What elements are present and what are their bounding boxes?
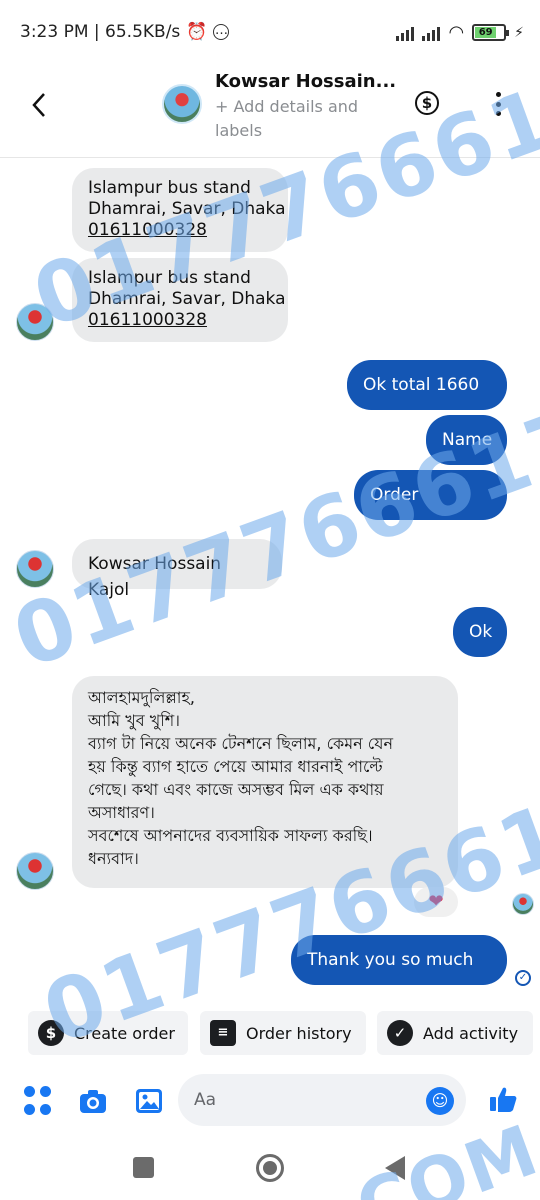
chat-header: Kowsar Hossain... + Add details and labe… <box>0 64 540 158</box>
signal-icon-2 <box>422 25 441 41</box>
home-button[interactable] <box>256 1154 284 1182</box>
add-activity-button[interactable]: ✓ Add activity <box>377 1011 533 1055</box>
back-arrow-icon[interactable] <box>28 90 52 120</box>
thumbs-up-icon[interactable] <box>488 1084 518 1114</box>
message-line: Islampur bus stand <box>88 178 251 198</box>
order-history-button[interactable]: ≡ Order history <box>200 1011 366 1055</box>
message-bubble-incoming[interactable]: আলহামদুলিল্লাহ, আমি খুব খুশি। ব্যাগ টা ন… <box>72 676 458 888</box>
phone-link[interactable]: 01611000328 <box>88 220 272 241</box>
message-bubble-outgoing[interactable]: Thank you so much sir <box>291 935 507 1020</box>
wifi-icon: ◠ <box>448 22 465 43</box>
message-line: Dhamrai, Savar, Dhaka <box>88 199 286 219</box>
back-button[interactable] <box>385 1156 405 1180</box>
phone-link[interactable]: 01611000328 <box>88 310 272 331</box>
read-receipt-avatar <box>512 893 534 915</box>
order-history-label: Order history <box>246 1023 352 1043</box>
apps-grid-icon[interactable] <box>24 1086 54 1116</box>
message-composer: Aa ☺ <box>0 1070 540 1132</box>
more-options-icon[interactable] <box>494 92 502 116</box>
message-line: সবশেষে আপনাদের ব্যবসায়িক সাফল্য করছি। <box>88 826 373 845</box>
create-order-label: Create order <box>74 1023 175 1043</box>
dollar-icon[interactable]: $ <box>415 91 439 115</box>
message-bubble-outgoing[interactable]: Name <box>426 415 507 465</box>
system-nav-bar <box>0 1140 540 1200</box>
charging-icon: ⚡ <box>514 24 524 41</box>
status-time: 3:23 PM | 65.5KB/s <box>20 22 181 42</box>
add-details-link[interactable]: + Add details and labels <box>215 95 365 143</box>
avatar[interactable] <box>162 84 202 124</box>
message-bubble-incoming[interactable]: Kowsar Hossain Kajol <box>72 539 282 600</box>
recents-button[interactable] <box>133 1157 154 1178</box>
message-bubble-incoming[interactable]: Islampur bus stand Dhamrai, Savar, Dhaka… <box>72 168 288 252</box>
contact-name[interactable]: Kowsar Hossain... <box>215 71 396 92</box>
avatar[interactable] <box>16 550 54 588</box>
message-input[interactable]: Aa <box>178 1074 466 1126</box>
message-line: গেছে। কথা এবং কাজে অসম্ভব মিল এক কথায় <box>88 780 384 799</box>
check-circle-icon: ✓ <box>387 1020 413 1046</box>
heart-reaction-icon[interactable]: ❤ <box>414 887 458 917</box>
avatar[interactable] <box>16 852 54 890</box>
message-bubble-incoming[interactable]: Islampur bus stand Dhamrai, Savar, Dhaka… <box>72 258 288 342</box>
message-line: অসাধারণ। <box>88 803 155 822</box>
message-line: Islampur bus stand <box>88 268 251 288</box>
gallery-icon[interactable] <box>134 1086 164 1116</box>
message-line: ধন্যবাদ। <box>88 849 139 868</box>
create-order-button[interactable]: $ Create order <box>28 1011 188 1055</box>
camera-icon[interactable] <box>78 1086 108 1116</box>
dollar-icon: $ <box>38 1020 64 1046</box>
list-icon: ≡ <box>210 1020 236 1046</box>
message-line: ব্যাগ টা নিয়ে অনেক টেনশনে ছিলাম, কেমন য… <box>88 734 394 753</box>
avatar[interactable] <box>16 303 54 341</box>
alarm-icon: ⏰ <box>186 22 208 42</box>
message-bubble-outgoing[interactable]: Ok <box>453 607 507 657</box>
sent-check-icon: ✓ <box>515 970 531 986</box>
message-line: আলহামদুলিল্লাহ, <box>88 688 195 707</box>
message-bubble-outgoing[interactable]: Order confirme <box>354 470 507 555</box>
message-line: Dhamrai, Savar, Dhaka <box>88 289 286 309</box>
battery-icon: 69 <box>472 24 510 41</box>
message-icon: … <box>213 23 230 40</box>
signal-icon <box>396 25 415 41</box>
status-bar: 3:23 PM | 65.5KB/s ⏰ … ◠ 69 ⚡ <box>0 0 540 64</box>
message-bubble-outgoing[interactable]: Ok total 1660 tk <box>347 360 507 445</box>
message-line: আমি খুব খুশি। <box>88 711 180 730</box>
emoji-icon[interactable]: ☺ <box>426 1087 454 1115</box>
add-activity-label: Add activity <box>423 1023 519 1043</box>
message-line: হয় কিন্তু ব্যাগ হাতে পেয়ে আমার ধারনাই … <box>88 757 383 776</box>
